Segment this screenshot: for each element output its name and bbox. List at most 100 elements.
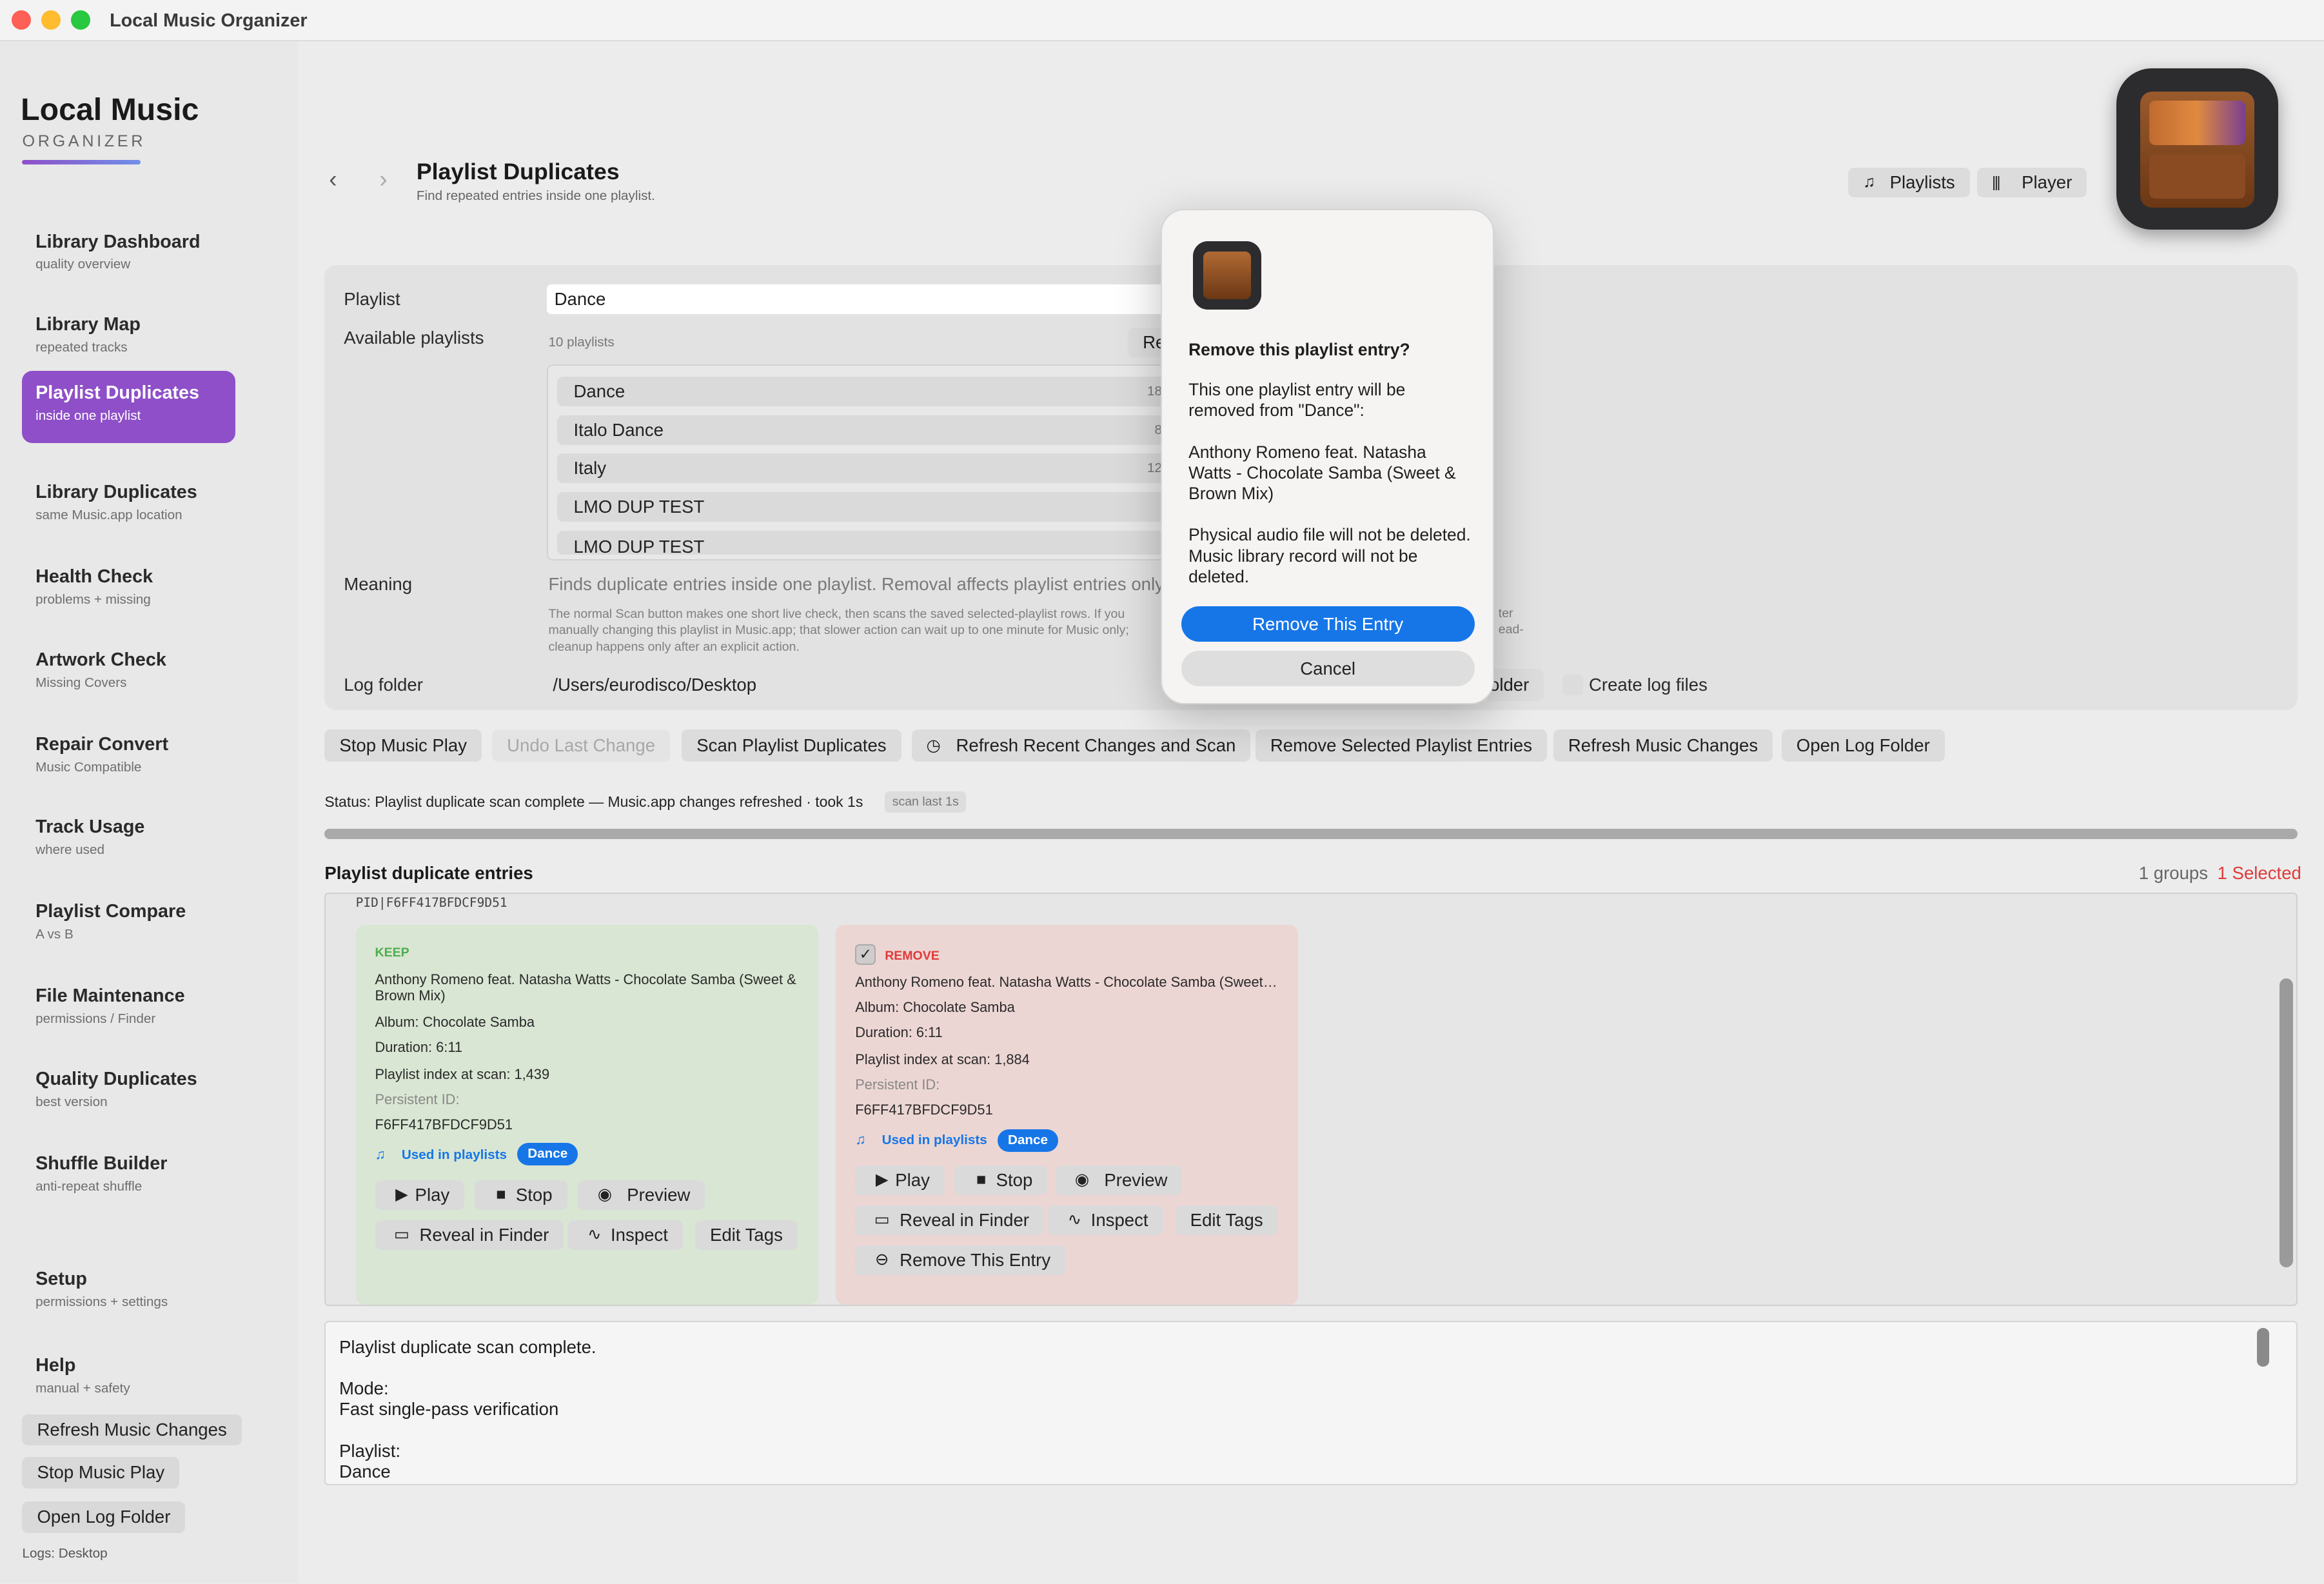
play-icon: ▶ [875,1170,889,1189]
available-playlists-label: Available playlists [344,327,484,348]
used-in-playlists-link[interactable]: Used in playlists [402,1147,507,1163]
folder-icon: ▭ [874,1210,890,1229]
log-line: Fast single-pass verification [339,1399,559,1420]
select-entry-checkbox[interactable]: ✓ [855,944,876,965]
play-button[interactable]: ▶ Play [855,1165,945,1195]
playlist-row[interactable]: LMO DUP TEST [557,530,1177,555]
edit-tags-button[interactable]: Edit Tags [1175,1205,1278,1235]
sidebar-item-library-dashboard[interactable]: Library Dashboard quality overview [22,219,235,292]
edit-tags-button[interactable]: Edit Tags [694,1220,798,1250]
playlist-index-text: Playlist index at scan: 1,884 [855,1051,1030,1067]
playlist-row[interactable]: LMO DUP TEST [557,492,1177,522]
meaning-text: Finds duplicate entries inside one playl… [548,573,1168,594]
status-text: Status: Playlist duplicate scan complete… [324,793,863,810]
group-pid: PID|F6FF417BFDCF9D51 [355,895,507,911]
sidebar-stop-music-play-button[interactable]: Stop Music Play [22,1457,180,1489]
back-chevron-icon[interactable]: ‹ [329,166,337,193]
entries-title: Playlist duplicate entries [324,862,533,883]
title-bar: Local Music Organizer [0,0,2324,42]
window-title: Local Music Organizer [110,10,308,32]
sidebar-item-playlist-duplicates[interactable]: Playlist Duplicates inside one playlist [22,370,236,444]
logs-location: Logs: Desktop [22,1546,108,1561]
undo-last-change-button[interactable]: Undo Last Change [492,729,671,762]
log-output: Playlist duplicate scan complete. Mode: … [324,1320,2298,1486]
sidebar-item-playlist-compare[interactable]: Playlist Compare A vs B [22,889,235,962]
playlist-row[interactable]: Italy 12 [557,453,1177,484]
sidebar-item-quality-duplicates[interactable]: Quality Duplicates best version [22,1057,235,1130]
sidebar-item-setup[interactable]: Setup permissions + settings [22,1257,235,1330]
playlist-icon: ♫ [375,1145,386,1162]
inspect-button[interactable]: ∿ Inspect [1048,1205,1163,1235]
reveal-in-finder-button[interactable]: ▭ Reveal in Finder [855,1205,1044,1235]
log-scrollbar[interactable] [2257,1328,2269,1367]
persistent-id-value: F6FF417BFDCF9D51 [855,1101,993,1118]
scan-playlist-duplicates-button[interactable]: Scan Playlist Duplicates [682,729,901,762]
log-line: Mode: [339,1378,389,1399]
eye-icon: ◉ [1074,1170,1089,1189]
cabinet-icon [1203,252,1251,299]
log-line: Playlist: [339,1440,401,1461]
remove-selected-playlist-entries-button[interactable]: Remove Selected Playlist Entries [1255,729,1547,762]
minimize-window-button[interactable] [41,10,61,30]
cancel-button[interactable]: Cancel [1181,650,1475,686]
eye-icon: ◉ [597,1185,612,1203]
zoom-window-button[interactable] [71,10,91,30]
choose-log-folder-button[interactable]: older [1486,668,1544,702]
sidebar-open-log-folder-button[interactable]: Open Log Folder [22,1501,186,1533]
inspect-button[interactable]: ∿ Inspect [567,1220,683,1250]
remove-card: ✓ REMOVE Anthony Romeno feat. Natasha Wa… [836,925,1299,1305]
app-icon [2116,68,2278,230]
close-window-button[interactable] [12,10,32,30]
preview-button[interactable]: ◉ Preview [578,1180,705,1210]
play-button[interactable]: ▶ Play [375,1180,465,1210]
create-log-files-checkbox[interactable] [1562,674,1583,695]
playlist-row[interactable]: Dance 18 [557,376,1177,406]
keep-tag: KEEP [375,945,409,960]
sidebar-item-repair-convert[interactable]: Repair Convert Music Compatible [22,722,235,795]
sidebar-item-library-map[interactable]: Library Map repeated tracks [22,302,235,375]
entries-scrollbar[interactable] [2280,978,2293,1268]
playlist-field[interactable]: Dance [547,284,1185,315]
stop-button[interactable]: ■ Stop [474,1180,567,1210]
duration-text: Duration: 6:11 [375,1039,463,1056]
stop-music-play-button[interactable]: Stop Music Play [324,729,482,762]
used-in-playlists-link[interactable]: Used in playlists [882,1133,987,1148]
playlist-count: 10 playlists [548,335,615,350]
sidebar-item-shuffle-builder[interactable]: Shuffle Builder anti-repeat shuffle [22,1142,235,1214]
playlist-icon: ♫ [855,1131,866,1147]
sidebar-item-track-usage[interactable]: Track Usage where used [22,805,235,878]
sidebar-item-library-duplicates[interactable]: Library Duplicates same Music.app locatio… [22,470,235,543]
groups-count: 1 groups [2138,862,2209,883]
minus-circle-icon: ⊖ [875,1250,889,1269]
meaning-details: The normal Scan button makes one short l… [548,607,1129,654]
playlist-row[interactable]: Italo Dance 8 [557,415,1177,445]
sidebar-item-artwork-check[interactable]: Artwork Check Missing Covers [22,637,235,710]
remove-this-entry-confirm-button[interactable]: Remove This Entry [1181,606,1475,642]
page-title: Playlist Duplicates [416,158,620,184]
stop-button[interactable]: ■ Stop [954,1165,1048,1195]
playlist-pill[interactable]: Dance [517,1143,578,1165]
sidebar-item-health-check[interactable]: Health Check problems + missing [22,555,235,628]
dialog-note: Physical audio file will not be deleted.… [1188,525,1471,586]
player-button[interactable]: ||| Player [1977,167,2087,197]
brand-subtitle: ORGANIZER [22,132,146,150]
meaning-label: Meaning [344,573,413,594]
sidebar-item-help[interactable]: Help manual + safety [22,1343,235,1416]
reveal-in-finder-button[interactable]: ▭ Reveal in Finder [375,1220,564,1250]
refresh-recent-changes-and-scan-button[interactable]: ◷ Refresh Recent Changes and Scan [911,729,1251,762]
meaning-details-overflow: ead- [1498,622,1524,637]
remove-this-entry-button[interactable]: ⊖ Remove This Entry [855,1245,1066,1275]
playlist-label: Playlist [344,289,400,310]
create-log-files-label: Create log files [1588,674,1708,695]
sidebar-refresh-music-changes-button[interactable]: Refresh Music Changes [22,1414,242,1446]
album-text: Album: Chocolate Samba [375,1014,535,1031]
forward-chevron-icon[interactable]: › [379,166,387,193]
refresh-music-changes-button[interactable]: Refresh Music Changes [1553,729,1773,762]
keep-card: KEEP Anthony Romeno feat. Natasha Watts … [355,925,818,1305]
preview-button[interactable]: ◉ Preview [1055,1165,1183,1195]
playlist-pill[interactable]: Dance [997,1129,1059,1152]
sidebar-item-file-maintenance[interactable]: File Maintenance permissions / Finder [22,974,235,1047]
dialog-track: Anthony Romeno feat. Natasha Watts - Cho… [1188,442,1456,503]
playlists-button[interactable]: ♫ Playlists [1848,167,1970,197]
open-log-folder-button[interactable]: Open Log Folder [1781,729,1945,762]
